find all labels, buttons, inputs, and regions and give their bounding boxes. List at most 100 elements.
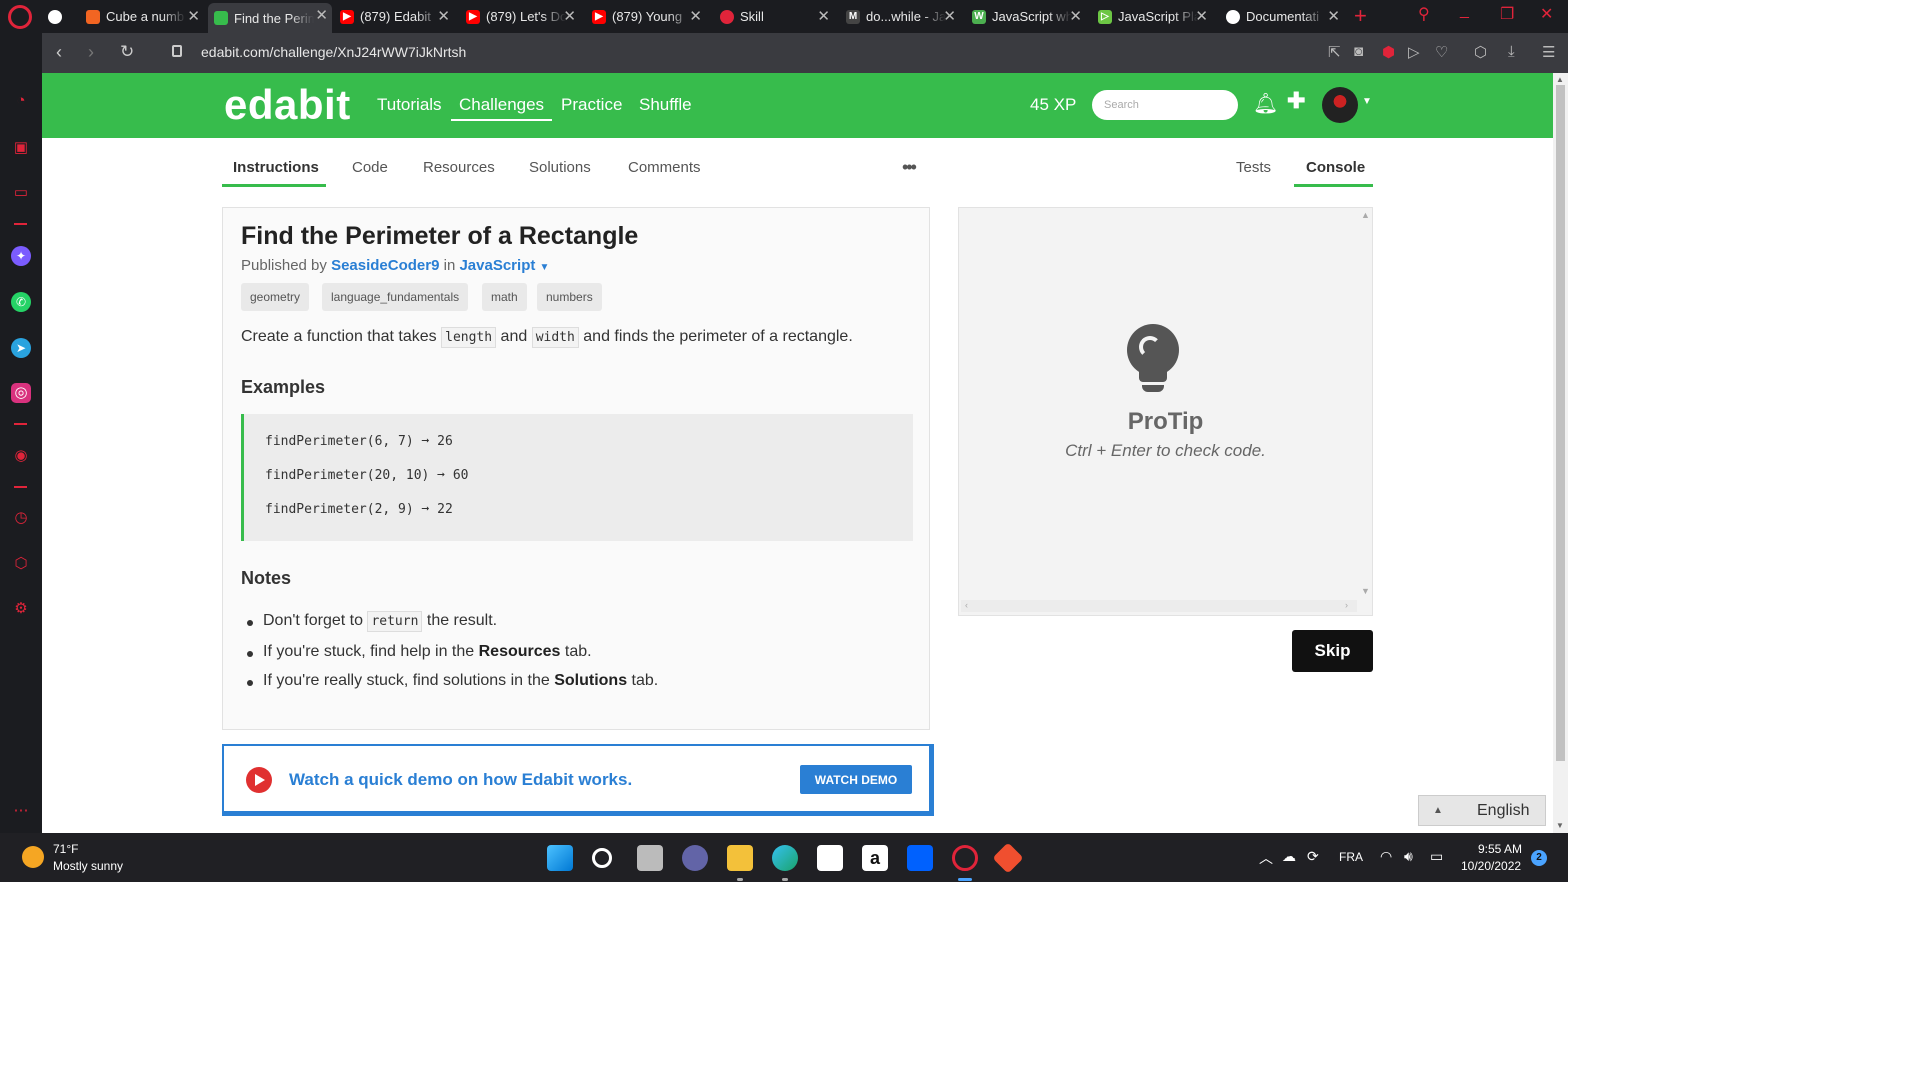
close-tab-icon[interactable]: ✕ [187, 7, 200, 25]
telegram-icon[interactable]: ➤ [11, 338, 31, 358]
weather-temperature[interactable]: 71°F [53, 842, 78, 856]
demo-text[interactable]: Watch a quick demo on how Edabit works. [289, 770, 632, 790]
scroll-left-icon[interactable]: ‹ [965, 600, 968, 610]
task-view-icon[interactable] [637, 845, 663, 871]
player-icon[interactable]: ◉ [11, 446, 31, 466]
wifi-icon[interactable]: ◠ [1380, 848, 1392, 865]
speedometer-icon[interactable]: ◔ [11, 91, 31, 111]
store-icon[interactable] [817, 845, 843, 871]
workspace-icon[interactable]: ▣ [11, 138, 31, 158]
tab-youtube-lets-do[interactable]: ▶ (879) Let's Do ✕ [466, 4, 580, 29]
send-icon[interactable]: ▷ [1408, 43, 1420, 61]
chevron-up-icon[interactable]: ︿ [1259, 848, 1273, 868]
chevron-down-icon[interactable]: ▼ [1362, 96, 1372, 107]
tab-javascript-playground[interactable]: ▷ JavaScript Pla ✕ [1098, 4, 1212, 29]
weather-description[interactable]: Mostly sunny [53, 859, 123, 873]
url-field[interactable]: edabit.com/challenge/XnJ24rWW7iJkNrtsh [201, 44, 466, 60]
skip-button[interactable]: Skip [1292, 630, 1373, 672]
tab-console[interactable]: Console [1306, 159, 1365, 176]
dropbox-icon[interactable] [907, 845, 933, 871]
nav-shuffle[interactable]: Shuffle [639, 95, 692, 115]
more-options-icon[interactable]: ••• [902, 157, 917, 178]
language-link[interactable]: JavaScript [459, 257, 535, 274]
snapshot-icon[interactable]: ◙ [1354, 43, 1363, 60]
bell-icon[interactable]: 🔔︎ [1253, 91, 1278, 116]
notification-badge[interactable]: 2 [1531, 850, 1547, 866]
shield-icon[interactable]: ⬢ [1382, 43, 1395, 61]
extensions-icon[interactable]: ⬡ [11, 554, 31, 574]
forward-icon[interactable]: › [88, 42, 94, 63]
language-selector[interactable]: ▲ English [1418, 795, 1546, 826]
close-tab-icon[interactable]: ✕ [315, 6, 328, 24]
new-tab-icon[interactable]: + [1354, 3, 1367, 29]
play-icon[interactable] [246, 767, 272, 793]
author-link[interactable]: SeasideCoder9 [331, 257, 439, 274]
messenger-icon[interactable]: ✦ [11, 246, 31, 266]
search-input[interactable] [1092, 90, 1238, 120]
share-icon[interactable]: ⇱ [1328, 43, 1341, 61]
instagram-icon[interactable]: ◎ [11, 383, 31, 403]
file-explorer-icon[interactable] [727, 845, 753, 871]
restore-window-icon[interactable]: ❐ [1500, 4, 1514, 24]
scroll-right-icon[interactable]: › [1345, 600, 1348, 610]
clock-date[interactable]: 10/20/2022 [1461, 859, 1521, 873]
opera-menu-icon[interactable] [8, 5, 32, 29]
tab-find-the-perimeter[interactable]: Find the Perim ✕ [208, 3, 332, 33]
tag-geometry[interactable]: geometry [241, 283, 310, 311]
tab-documentation[interactable]: Documentati ✕ [1226, 4, 1344, 29]
nav-tutorials[interactable]: Tutorials [377, 95, 442, 115]
tab-code[interactable]: Code [352, 159, 388, 176]
amazon-icon[interactable]: a [862, 845, 888, 871]
scroll-up-icon[interactable]: ▲ [1361, 210, 1370, 220]
settings-icon[interactable]: ⚙ [11, 599, 31, 619]
close-tab-icon[interactable]: ✕ [1069, 7, 1082, 25]
tag-math[interactable]: math [482, 283, 527, 311]
close-tab-icon[interactable]: ✕ [1195, 7, 1208, 25]
reload-icon[interactable]: ↻ [120, 42, 134, 62]
tab-do-while[interactable]: M do...while - Ja ✕ [846, 4, 960, 29]
heart-icon[interactable]: ♡ [1435, 43, 1448, 61]
start-icon[interactable] [547, 845, 573, 871]
cube-icon[interactable]: ⬡ [1474, 43, 1487, 61]
close-tab-icon[interactable]: ✕ [563, 7, 576, 25]
tab-javascript-wh[interactable]: W JavaScript wh ✕ [972, 4, 1086, 29]
more-icon[interactable]: ⋯ [11, 801, 31, 821]
scroll-down-icon[interactable]: ▼ [1361, 586, 1370, 596]
speed-dial-tab[interactable] [48, 4, 72, 29]
opera-icon[interactable] [952, 845, 978, 871]
tag-numbers[interactable]: numbers [537, 283, 602, 311]
tab-youtube-edabit[interactable]: ▶ (879) Edabit ✕ [340, 4, 454, 29]
volume-icon[interactable]: 🔊︎ [1404, 848, 1413, 865]
caret-down-icon[interactable]: ▼ [540, 262, 550, 273]
scroll-down-icon[interactable]: ▼ [1556, 821, 1564, 830]
clock-time[interactable]: 9:55 AM [1478, 842, 1522, 856]
weather-sun-icon[interactable] [22, 846, 44, 868]
close-tab-icon[interactable]: ✕ [817, 7, 830, 25]
watch-demo-button[interactable]: WATCH DEMO [800, 765, 912, 794]
console-vertical-scrollbar[interactable]: ▲ ▼ [1359, 210, 1371, 598]
tab-youtube-young[interactable]: ▶ (879) Young ✕ [592, 4, 706, 29]
tab-skill[interactable]: Skill ✕ [720, 4, 834, 29]
edge-icon[interactable] [772, 845, 798, 871]
console-horizontal-scrollbar[interactable]: ‹ › [961, 600, 1357, 612]
teams-chat-icon[interactable] [682, 845, 708, 871]
easy-setup-icon[interactable]: ☰ [1542, 43, 1555, 61]
tab-tests[interactable]: Tests [1236, 159, 1271, 176]
minimize-window-icon[interactable]: _ [1460, 2, 1469, 20]
tab-comments[interactable]: Comments [628, 159, 701, 176]
input-language[interactable]: FRA [1339, 850, 1363, 864]
git-icon[interactable] [992, 842, 1024, 874]
close-window-icon[interactable]: ✕ [1540, 4, 1553, 24]
plus-icon[interactable]: ✚ [1287, 88, 1305, 114]
onedrive-icon[interactable]: ☁ [1282, 848, 1296, 865]
search-icon[interactable] [592, 848, 612, 868]
avatar[interactable] [1322, 87, 1358, 123]
close-tab-icon[interactable]: ✕ [689, 7, 702, 25]
download-icon[interactable]: ⤓ [1508, 43, 1515, 60]
edabit-logo[interactable]: edabit [224, 81, 351, 129]
tab-cube-a-number[interactable]: Cube a numb ✕ [86, 4, 204, 29]
nav-practice[interactable]: Practice [561, 95, 622, 115]
scroll-up-icon[interactable]: ▲ [1556, 75, 1564, 84]
whatsapp-icon[interactable]: ✆ [11, 292, 31, 312]
sync-icon[interactable]: ⟳ [1307, 848, 1319, 865]
